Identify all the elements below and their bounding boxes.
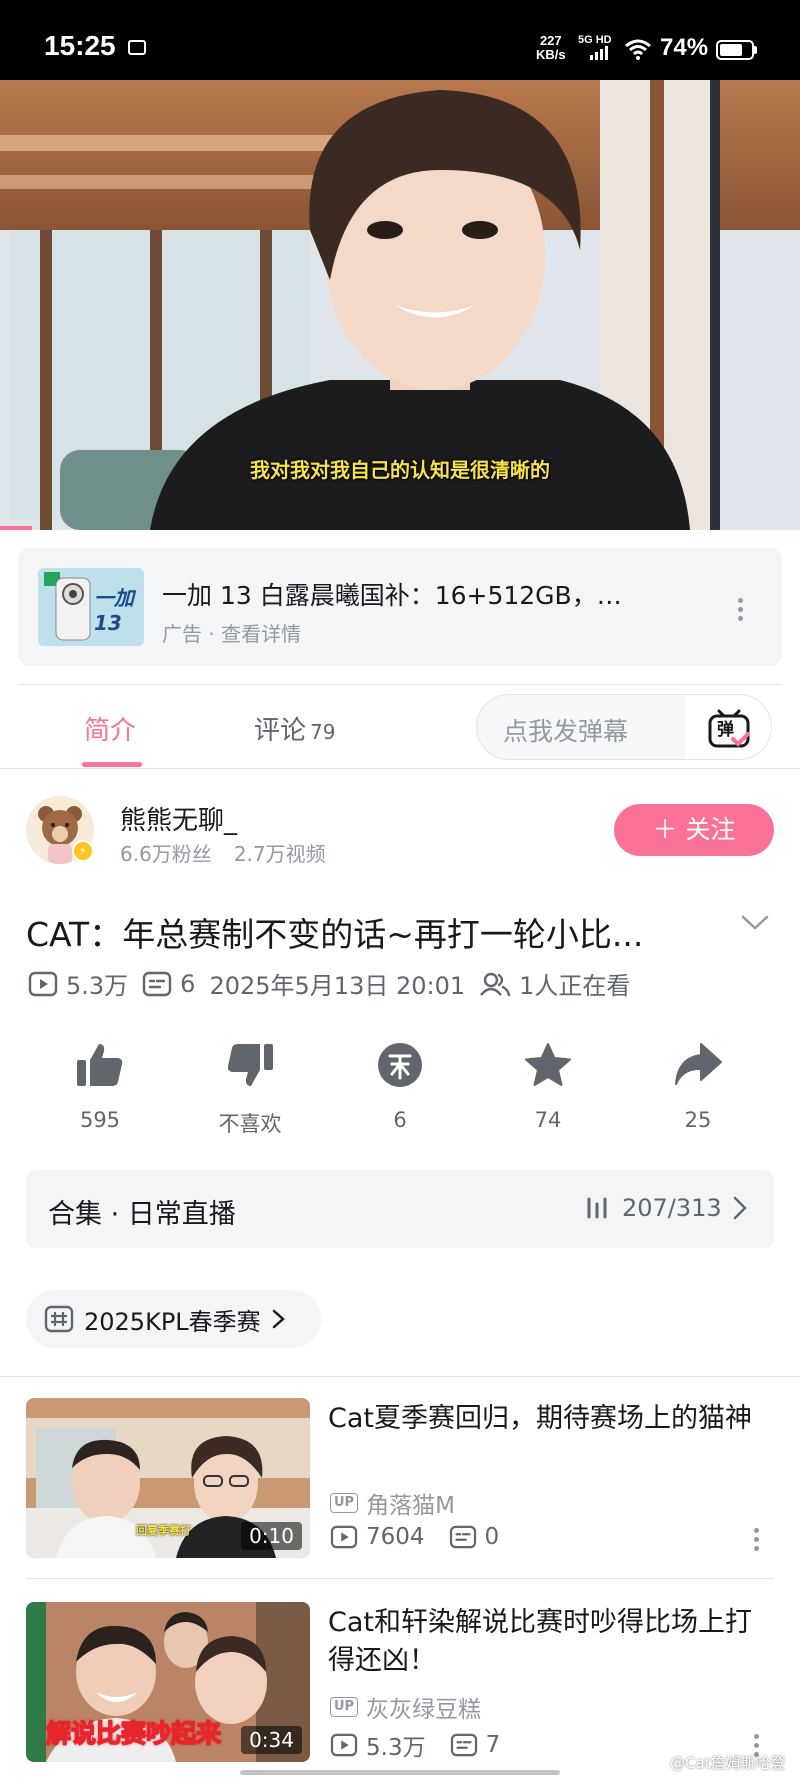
ad-card[interactable]: 一加13 一加 13 白露晨曦国补：16+512GB，… 广告 · 查看详情 [18,548,782,666]
fans-count: 6.6万粉丝 [120,842,212,866]
thumbs-down-icon [227,1044,273,1086]
danmaku-toggle-button[interactable]: 弹 [685,695,771,759]
chevron-right-icon [272,1309,285,1329]
like-count: 595 [79,1108,121,1132]
status-bar: 15:25 227 KB/s 5G HD 74% [0,0,800,80]
wifi-icon [625,39,651,60]
hashtag-icon [44,1305,74,1333]
star-icon [525,1043,571,1086]
divider [0,768,800,769]
watermark: @Cat詹姆斯哈登 [670,1754,786,1772]
verified-badge-icon: ⚡ [72,840,94,862]
ad-more-icon[interactable] [738,598,744,625]
video-subtitle: 我对我对我自己的认知是很清晰的 [250,458,550,482]
dislike-label: 不喜欢 [218,1112,282,1136]
coin-button[interactable]: 6 [340,1042,460,1132]
status-time: 15:25 [44,30,116,61]
chevron-right-icon [733,1196,747,1220]
battery-level [720,44,742,56]
video-duration: 0:10 [241,1522,302,1550]
related-video-title[interactable]: Cat和轩染解说比赛时吵得比场上打得还凶！ [328,1604,768,1680]
collection-progress: 207/313 [586,1194,750,1222]
more-options-icon[interactable] [754,1528,759,1555]
danmaku-count: 6 [180,969,196,998]
tab-comments[interactable]: 评论 79 [254,710,335,747]
divider [26,1578,774,1579]
share-count: 25 [684,1108,712,1132]
play-count-icon [330,1733,358,1757]
tag-label: 2025KPL春季赛 [84,1307,261,1336]
related-video-thumbnail[interactable]: 解说比赛吵起来 0:34 [26,1602,310,1762]
signal-icon [590,46,608,60]
danmaku-count-icon [450,1733,477,1757]
uploader-stats: 6.6万粉丝 2.7万视频 [120,838,326,867]
view-count: 5.3万 [66,972,129,1000]
ad-thumb-text: 一加13 [94,586,134,635]
video-meta: 5.3万 6 2025年5月13日 20:01 1人正在看 [28,966,630,1001]
dislike-button[interactable]: 不喜欢 [190,1042,310,1138]
video-title: CAT：年总赛制不变的话~再打一轮小比... [26,915,644,954]
topic-tag[interactable]: 2025KPL春季赛 [26,1290,321,1348]
thumb-caption: 回夏季赛打 [136,1524,191,1537]
network-speed: 227 KB/s [536,33,566,62]
danmaku-count-icon [142,971,172,996]
up-badge-icon: UP [330,1493,359,1513]
coin-icon [378,1043,422,1087]
divider [0,1376,800,1377]
play-count-icon [330,1525,358,1549]
video-progress-bar[interactable] [0,526,32,530]
playlist-icon [587,1197,607,1219]
follow-button[interactable]: ＋ 关注 [614,804,774,856]
comments-count: 79 [310,720,336,744]
related-video-author[interactable]: UP 角落猫M [330,1486,455,1520]
chevron-down-icon[interactable] [740,912,770,932]
related-video-author[interactable]: UP 灰灰绿豆糕 [330,1690,481,1724]
media-notification-icon [128,40,146,55]
share-icon [675,1043,722,1085]
ad-subtitle[interactable]: 广告 · 查看详情 [162,618,301,647]
video-player[interactable]: 我对我对我自己的认知是很清晰的 [0,80,800,530]
danmaku-placeholder: 点我发弹幕 [503,717,629,746]
viewers-icon [480,972,511,996]
divider [18,684,782,685]
home-indicator[interactable] [240,1770,560,1775]
video-duration: 0:34 [241,1726,302,1754]
tab-intro[interactable]: 简介 [84,710,136,747]
favorite-count: 74 [534,1108,562,1132]
battery-icon [716,40,754,60]
thumbs-up-icon [77,1044,123,1086]
collection-title: 合集 · 日常直播 [48,1199,236,1230]
collection-progress-text: 207/313 [622,1194,722,1222]
ad-thumbnail: 一加13 [38,568,144,646]
tab-active-indicator [82,762,142,767]
thumb-caption: 解说比赛吵起来 [45,1718,222,1749]
danmaku-input[interactable]: 点我发弹幕 弹 [476,694,772,760]
publish-date: 2025年5月13日 20:01 [209,972,466,1000]
battery-tip [754,46,757,54]
danmaku-count-icon [449,1525,476,1549]
ad-title[interactable]: 一加 13 白露晨曦国补：16+512GB，… [162,576,682,612]
play-count-icon [28,971,58,996]
related-video-stats: 7604 0 [330,1524,499,1550]
danmaku-button-label: 弹 [717,720,734,740]
battery-percent: 74% [660,34,709,61]
up-badge-icon: UP [330,1697,359,1717]
like-button[interactable]: 595 [40,1042,160,1132]
watching-count: 1人正在看 [519,972,631,1000]
related-video-title[interactable]: Cat夏季赛回归，期待赛场上的猫神 [328,1400,768,1438]
related-video-thumbnail[interactable]: 回夏季赛打 0:10 [26,1398,310,1558]
video-count: 2.7万视频 [233,842,326,866]
collection-card[interactable]: 合集 · 日常直播 207/313 [26,1170,774,1248]
network-type: 5G HD [578,34,612,46]
uploader-name[interactable]: 熊熊无聊_ [120,800,237,837]
favorite-button[interactable]: 74 [488,1042,608,1132]
share-button[interactable]: 25 [638,1042,758,1132]
coin-count: 6 [393,1108,407,1132]
related-video-stats: 5.3万 7 [330,1728,500,1762]
